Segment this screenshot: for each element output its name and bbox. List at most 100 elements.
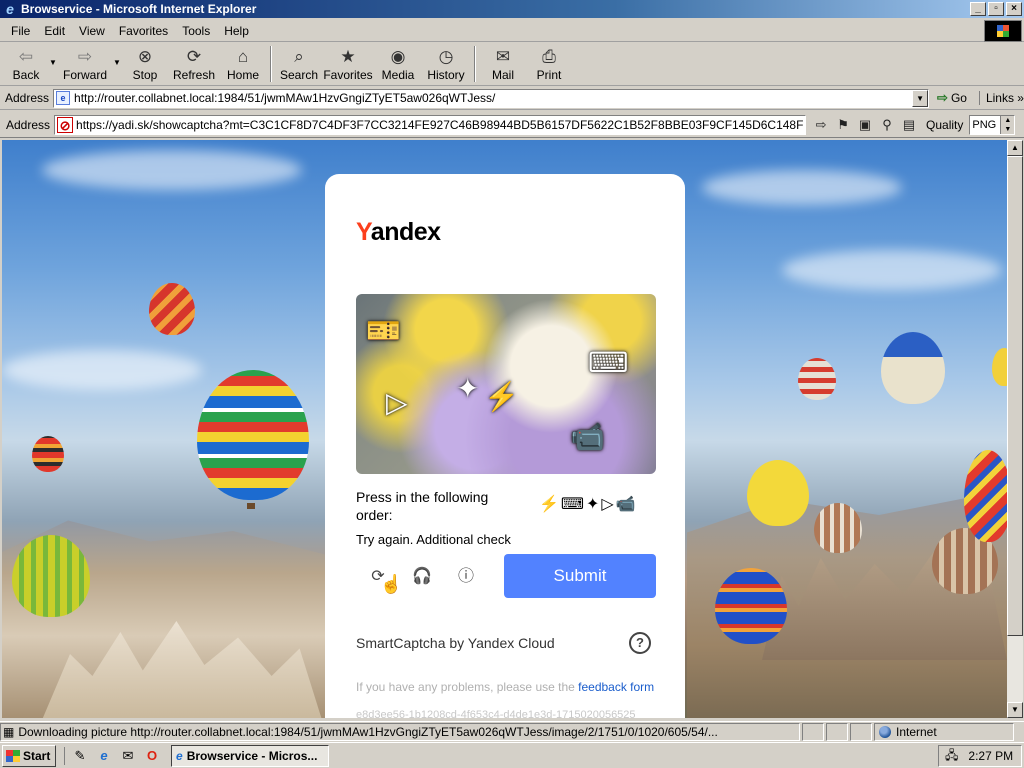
vertical-scrollbar[interactable]: ▲ ▼: [1007, 140, 1023, 718]
camera-icon: 📹: [615, 496, 636, 513]
windows-logo-icon: [984, 20, 1022, 42]
network-icon[interactable]: 🖧: [945, 746, 958, 767]
balloon-image: [32, 436, 64, 472]
find-icon[interactable]: ⚲: [878, 116, 896, 134]
internet-zone-icon: [879, 725, 891, 738]
opera-icon[interactable]: O: [143, 747, 161, 765]
show-desktop-icon[interactable]: ✎: [71, 747, 89, 765]
menu-edit[interactable]: Edit: [37, 24, 72, 38]
search-button[interactable]: ⌕ Search: [276, 44, 322, 84]
captcha-sequence: ⚡ ⌨ ✦ ▷ 📹: [539, 494, 636, 514]
print-icon: ⎙: [542, 47, 556, 66]
status-bar: ▦ Downloading picture http://router.coll…: [0, 721, 1024, 741]
status-text: ▦ Downloading picture http://router.coll…: [0, 722, 800, 741]
outlook-icon[interactable]: ✉: [119, 747, 137, 765]
address-dropdown-icon[interactable]: ▼: [912, 89, 929, 107]
links-button[interactable]: Links »: [978, 91, 1024, 105]
back-dropdown-icon[interactable]: ▼: [48, 58, 58, 67]
taskbar-item-browservice[interactable]: e Browservice - Micros...: [171, 744, 329, 767]
balloon-image: [715, 568, 787, 644]
clipboard-icon[interactable]: ▤: [900, 116, 918, 134]
favorites-button[interactable]: ★ Favorites: [322, 44, 374, 84]
forward-button[interactable]: ⇨ Forward: [58, 44, 112, 84]
history-button[interactable]: ◷ History: [422, 44, 470, 84]
mail-button[interactable]: ✉ Mail: [480, 44, 526, 84]
problems-note: If you have any problems, please use the…: [356, 680, 655, 694]
lightning-icon: ⚡: [484, 381, 519, 412]
menu-file[interactable]: File: [4, 24, 37, 38]
ie-icon: e: [176, 748, 183, 763]
address-label: Address: [5, 91, 50, 105]
address-bar: Address e http://router.collabnet.local:…: [0, 87, 1024, 110]
close-button[interactable]: ×: [1006, 2, 1022, 16]
mail-icon: ✉: [495, 47, 511, 66]
go-arrow-icon: ⇨: [937, 90, 948, 105]
go-arrow-icon[interactable]: ⇨: [812, 116, 830, 134]
security-zone: Internet: [874, 722, 1014, 741]
refresh-icon: ⟳: [186, 47, 202, 66]
yandex-logo: Yandex: [356, 218, 441, 246]
address-url: http://router.collabnet.local:1984/51/jw…: [74, 91, 496, 105]
media-button[interactable]: ◉ Media: [374, 44, 422, 84]
help-icon[interactable]: ?: [629, 632, 651, 654]
windows-flag-icon: [6, 749, 20, 762]
start-button[interactable]: Start: [2, 744, 56, 767]
quality-select[interactable]: PNG ▲ ▼: [969, 114, 1016, 135]
keyboard-icon: ⌨: [560, 496, 585, 513]
history-icon: ◷: [438, 47, 454, 66]
home-button[interactable]: ⌂ Home: [220, 44, 266, 84]
audio-captcha-icon[interactable]: 🎧: [411, 566, 433, 588]
insecure-icon: ⊘: [57, 116, 74, 133]
window-title-bar[interactable]: e Browservice - Microsoft Internet Explo…: [0, 0, 1024, 18]
stop-button[interactable]: ⊗ Stop: [122, 44, 168, 84]
status-cell: [826, 722, 848, 741]
submit-button[interactable]: Submit: [504, 554, 656, 598]
favorites-icon: ★: [340, 47, 356, 66]
menu-tools[interactable]: Tools: [175, 24, 217, 38]
browservice-address-input[interactable]: ⊘ https://yadi.sk/showcaptcha?mt=C3C1CF8…: [54, 114, 807, 135]
captcha-error-message: Try again. Additional check: [356, 532, 511, 547]
address-input[interactable]: e http://router.collabnet.local:1984/51/…: [53, 88, 930, 108]
browservice-url: https://yadi.sk/showcaptcha?mt=C3C1CF8D7…: [76, 117, 804, 132]
back-button[interactable]: ⇦ Back: [4, 44, 48, 84]
balloon-image: [964, 450, 1007, 542]
feedback-form-link[interactable]: feedback form: [578, 680, 654, 694]
page-icon: e: [56, 91, 71, 105]
window-title: Browservice - Microsoft Internet Explore…: [21, 2, 257, 16]
menu-help[interactable]: Help: [217, 24, 256, 38]
scroll-thumb[interactable]: [1007, 156, 1023, 636]
info-icon[interactable]: ⓘ: [455, 566, 477, 588]
ie-logo-icon: e: [6, 1, 14, 17]
minimize-button[interactable]: _: [970, 2, 986, 16]
print-button[interactable]: ⎙ Print: [526, 44, 572, 84]
bookmark-icon[interactable]: ⚑: [834, 116, 852, 134]
save-icon[interactable]: ▣: [856, 116, 874, 134]
scroll-down-icon[interactable]: ▼: [1007, 702, 1023, 718]
search-icon: ⌕: [294, 47, 304, 66]
home-icon: ⌂: [237, 47, 249, 66]
go-button[interactable]: ⇨ Go: [937, 90, 967, 106]
captcha-image[interactable]: 🎫 ⌨ ▷ ✦ ⚡ 📹: [356, 294, 656, 474]
forward-dropdown-icon[interactable]: ▼: [112, 58, 122, 67]
menu-view[interactable]: View: [72, 24, 112, 38]
quick-launch: ✎ e ✉ O: [64, 746, 161, 765]
sparkle-icon: ✦: [586, 496, 600, 513]
refresh-button[interactable]: ⟳ Refresh: [168, 44, 220, 84]
ticket-icon: 🎫: [366, 315, 401, 346]
balloon-image: [814, 503, 862, 553]
browservice-bar: Address ⊘ https://yadi.sk/showcaptcha?mt…: [0, 112, 1024, 138]
play-icon: ▷: [386, 387, 408, 418]
status-cell: [850, 722, 872, 741]
camera-icon: 📹: [570, 421, 605, 452]
keyboard-icon: ⌨: [588, 347, 629, 378]
toolbar-separator: [474, 46, 476, 82]
browservice-address-label: Address: [6, 117, 51, 132]
page-content: Yandex 🎫 ⌨ ▷ ✦ ⚡ 📹 Press in the followin…: [2, 140, 1007, 718]
quality-spinner-icon[interactable]: ▲ ▼: [1000, 115, 1015, 134]
taskbar: Start ✎ e ✉ O e Browservice - Micros... …: [0, 742, 1024, 768]
ie-quicklaunch-icon[interactable]: e: [95, 747, 113, 765]
request-id: e8d3ee56-1b1208cd-4f653c4-d4de1e3d-17150…: [356, 709, 636, 718]
maximize-button[interactable]: ▫: [988, 2, 1004, 16]
scroll-up-icon[interactable]: ▲: [1007, 140, 1023, 156]
menu-favorites[interactable]: Favorites: [112, 24, 175, 38]
